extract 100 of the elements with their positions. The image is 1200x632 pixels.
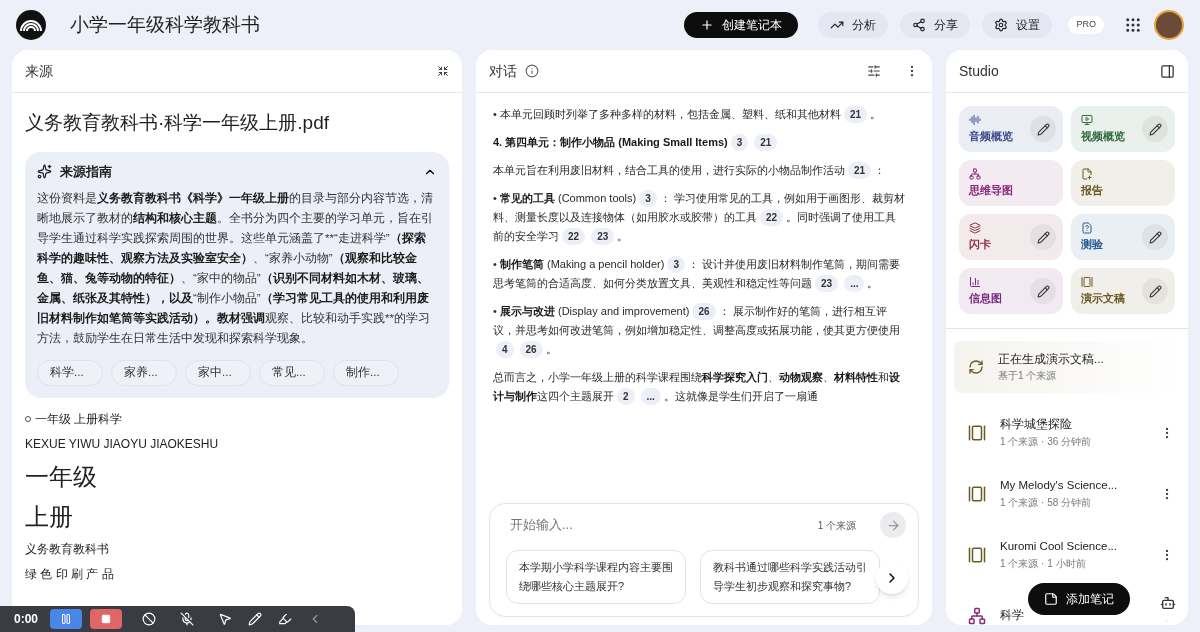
document-text: 绿 色 印 刷 产 品 bbox=[25, 566, 114, 582]
edit-button[interactable] bbox=[1030, 224, 1056, 250]
pause-icon bbox=[60, 613, 73, 625]
collapse-icon[interactable] bbox=[437, 65, 449, 77]
stop-icon bbox=[101, 614, 112, 624]
add-note-button[interactable]: 添加笔记 bbox=[1028, 583, 1130, 615]
edit-button[interactable] bbox=[1142, 224, 1168, 250]
topic-chip[interactable]: 科学... bbox=[37, 359, 103, 386]
studio-tile[interactable]: 测验 bbox=[1071, 214, 1175, 260]
pencil-icon[interactable] bbox=[248, 612, 263, 626]
tile-label: 闪卡 bbox=[969, 236, 991, 252]
edit-button[interactable] bbox=[1142, 278, 1168, 304]
edit-button[interactable] bbox=[1030, 116, 1056, 142]
pointer-icon[interactable] bbox=[218, 612, 233, 626]
recording-time: 0:00 bbox=[14, 611, 39, 628]
pencil-icon bbox=[1036, 284, 1050, 298]
edit-button[interactable] bbox=[1142, 116, 1168, 142]
document-text: KEXUE YIWU JIAOYU JIAOKESHU bbox=[25, 436, 219, 452]
video-icon bbox=[1081, 113, 1093, 126]
citation-chip[interactable]: 3 bbox=[639, 190, 657, 207]
next-button[interactable] bbox=[876, 562, 908, 594]
share-button[interactable]: 分享 bbox=[900, 12, 971, 38]
citation-chip[interactable]: 23 bbox=[815, 275, 839, 292]
pencil-icon bbox=[1036, 230, 1050, 244]
chat-input[interactable]: 开始输入... bbox=[502, 515, 810, 535]
citation-chip[interactable]: 22 bbox=[760, 209, 784, 226]
guide-summary: 这份资料是义务教育教科书《科学》一年级上册的目录与部分内容节选，清晰地展示了教材的结构和核心主题。全书分为四个主要的学习单元，旨在引导学生通过科学实践探索周围的世界。这些单元涵盖了**“走进科学”（探索科学的趣味性、观察方法及实验室安全）、“家养小动物”（观察和比较金鱼、猫、兔等动物的特征）、“家中的物品”（识别不同材料如木材、玻璃、金属、纸张及其特性），以及“制作小物品”（学习常见工具的使用和利用废旧材料制作如笔筒等实践活动）。教材强调观察、比较和动手实践**的学习方法，鼓励学生在日常生活中发现和探索科学现象。 bbox=[37, 190, 434, 346]
stop-button[interactable] bbox=[90, 609, 123, 629]
studio-tile[interactable]: 思维导图 bbox=[959, 160, 1063, 206]
mic-off-icon[interactable] bbox=[180, 612, 195, 626]
audio-wave-icon bbox=[969, 113, 981, 126]
chat-paragraph: 4. 第四单元：制作小物品 (Making Small Items) 3 21 bbox=[493, 133, 906, 152]
highlighter-icon[interactable] bbox=[278, 612, 293, 626]
citation-chip[interactable]: ... bbox=[640, 388, 661, 405]
mind-map-icon bbox=[968, 606, 986, 625]
studio-tile[interactable]: 音频概览 bbox=[959, 106, 1063, 152]
panel-icon[interactable] bbox=[1160, 63, 1175, 79]
note-icon bbox=[1044, 592, 1058, 606]
citation-chip[interactable]: 21 bbox=[754, 134, 778, 151]
crossed-circle-icon[interactable] bbox=[142, 612, 157, 626]
document-text: 一年级 上册科学 bbox=[35, 411, 123, 427]
note-title: My Melody's Science... bbox=[1000, 478, 1119, 494]
citation-chip[interactable]: 3 bbox=[730, 134, 749, 151]
citation-chip[interactable]: 26 bbox=[519, 341, 543, 358]
citation-chip[interactable]: 4 bbox=[496, 341, 514, 358]
analytics-button[interactable]: 分析 bbox=[818, 12, 889, 38]
topic-chip[interactable]: 家养... bbox=[111, 359, 177, 386]
plus-icon bbox=[700, 18, 715, 32]
topic-chip[interactable]: 家中... bbox=[185, 359, 251, 386]
bot-icon bbox=[1160, 595, 1176, 611]
cards-icon bbox=[969, 221, 981, 234]
topic-chip[interactable]: 制作... bbox=[333, 359, 399, 386]
panel-title: 来源 bbox=[25, 61, 53, 81]
citation-chip[interactable]: ... bbox=[844, 275, 865, 292]
tile-label: 测验 bbox=[1081, 236, 1103, 252]
citation-chip[interactable]: 22 bbox=[562, 228, 586, 245]
logo-icon bbox=[16, 10, 46, 40]
note-subtitle: 1 个来源 · 1 小时前 bbox=[1000, 556, 1087, 571]
tile-label: 视频概览 bbox=[1081, 128, 1125, 144]
citation-chip[interactable]: 23 bbox=[591, 228, 615, 245]
note-title: Kuromi Cool Science... bbox=[1000, 539, 1118, 555]
topic-chip[interactable]: 常见... bbox=[259, 359, 325, 386]
citation-chip[interactable]: 2 bbox=[617, 388, 635, 405]
sparkle-icon bbox=[37, 164, 52, 179]
tile-label: 思维导图 bbox=[969, 182, 1013, 198]
share-icon bbox=[912, 18, 927, 32]
studio-tile[interactable]: 闪卡 bbox=[959, 214, 1063, 260]
citation-chip[interactable]: 21 bbox=[843, 106, 868, 123]
pencil-icon bbox=[1148, 284, 1162, 298]
chat-paragraph: • 展示与改进 (Display and improvement) 26 ： 展示制作好的笔筒，进行相互评议，并思考如何改进笔筒，例如增加稳定性、调整高度或拓展功能，使其更方便使用 4 26 。 bbox=[493, 302, 906, 359]
panel-title: Studio bbox=[959, 61, 999, 81]
note-title: 科学 bbox=[1000, 607, 1025, 623]
studio-tile[interactable]: 演示文稿 bbox=[1071, 268, 1175, 314]
citation-chip[interactable]: 26 bbox=[692, 303, 716, 320]
document-text: 义务教育教科书 bbox=[25, 541, 109, 557]
citation-chip[interactable]: 3 bbox=[667, 256, 685, 273]
studio-tile[interactable]: 信息图 bbox=[959, 268, 1063, 314]
info-icon[interactable] bbox=[525, 64, 539, 78]
create-notebook-button[interactable]: 创建笔记本 bbox=[684, 12, 799, 38]
settings-icon bbox=[994, 18, 1009, 32]
guide-title: 来源指南 bbox=[60, 162, 112, 181]
notebook-title: 小学一年级科学教科书 bbox=[70, 12, 260, 37]
pause-button[interactable] bbox=[50, 609, 83, 629]
suggestion-card[interactable]: 本学期小学科学课程内容主要围绕哪些核心主题展开? bbox=[506, 550, 686, 604]
tile-label: 报告 bbox=[1081, 182, 1103, 198]
settings-button[interactable]: 设置 bbox=[982, 12, 1053, 38]
settings-sliders-icon[interactable] bbox=[867, 64, 881, 78]
pro-badge: PRO bbox=[1068, 16, 1104, 34]
note-subtitle: 基于1 个来源 bbox=[998, 369, 1058, 384]
source-title: 义务教育教科书·科学一年级上册.pdf bbox=[25, 111, 331, 135]
studio-tile[interactable]: 视频概览 bbox=[1071, 106, 1175, 152]
document-heading: 上册 bbox=[25, 501, 73, 532]
document-heading: 一年级 bbox=[25, 461, 97, 492]
edit-button[interactable] bbox=[1030, 278, 1056, 304]
apps-icon[interactable] bbox=[1124, 16, 1142, 34]
citation-chip[interactable]: 21 bbox=[848, 162, 872, 179]
note-subtitle: 1 个来源 · 36 分钟前 bbox=[1000, 434, 1093, 449]
mind-map-icon bbox=[969, 167, 981, 180]
avatar[interactable] bbox=[1154, 10, 1184, 40]
studio-tile[interactable]: 报告 bbox=[1071, 160, 1175, 206]
